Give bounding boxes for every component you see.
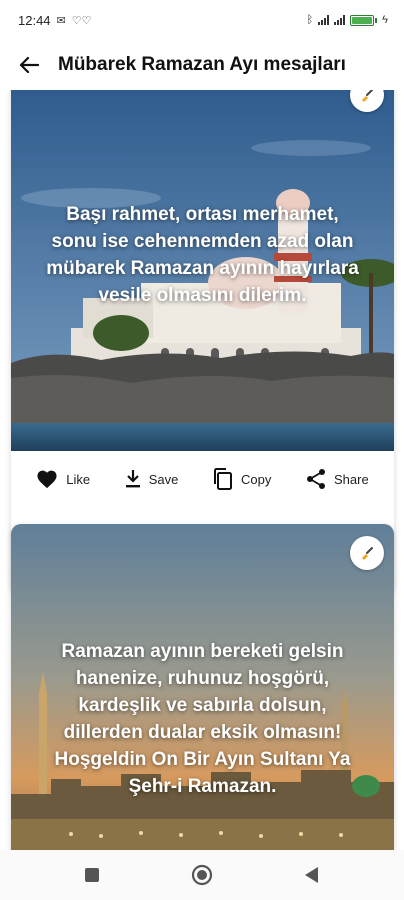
like-label: Like	[66, 471, 91, 487]
share-button[interactable]: Share	[302, 461, 373, 497]
arrow-back-icon[interactable]	[0, 40, 58, 90]
square-icon[interactable]	[76, 859, 108, 891]
mosque-background-image: Başı rahmet, ortası merhamet, sonu ise c…	[11, 90, 394, 451]
status-bar: 12:44 ✉ ♡♡ ᛒ ϟ	[0, 0, 404, 40]
heart-icon	[37, 470, 57, 489]
copy-icon	[214, 468, 233, 490]
status-left: 12:44 ✉ ♡♡	[18, 13, 92, 28]
copy-label: Copy	[241, 471, 272, 487]
triangle-back-icon[interactable]	[296, 859, 328, 891]
save-label: Save	[148, 471, 179, 487]
mosque-sunset-background-image: Ramazan ayının bereketi gelsin hanenize,…	[11, 524, 394, 850]
message-text: Başı rahmet, ortası merhamet, sonu ise c…	[46, 204, 359, 306]
message-list[interactable]: Başı rahmet, ortası merhamet, sonu ise c…	[0, 90, 404, 850]
message-card: Başı rahmet, ortası merhamet, sonu ise c…	[11, 90, 394, 594]
copy-button[interactable]: Copy	[209, 461, 275, 497]
share-label: Share	[333, 471, 369, 487]
download-icon	[125, 470, 140, 488]
like-button[interactable]: Like	[32, 461, 94, 497]
status-time: 12:44	[18, 12, 51, 28]
signal-icon-2	[334, 15, 346, 25]
app-bar: Mübarek Ramazan Ayı mesajları	[0, 40, 404, 90]
save-button[interactable]: Save	[121, 461, 183, 497]
page-title: Mübarek Ramazan Ayı mesajları	[58, 54, 346, 75]
notification-icon: ✉	[56, 14, 66, 27]
message-text: Ramazan ayının bereketi gelsin hanenize,…	[54, 641, 351, 797]
edit-brush-icon[interactable]	[350, 536, 384, 570]
status-right: ᛒ ϟ	[307, 14, 388, 26]
heart-notification-icon: ♡♡	[71, 14, 92, 27]
card-actions: Like Save Copy Share	[11, 451, 394, 507]
battery-icon	[350, 14, 378, 26]
charging-icon: ϟ	[382, 14, 388, 26]
system-nav-bar	[0, 850, 404, 900]
message-card: Ramazan ayının bereketi gelsin hanenize,…	[11, 524, 394, 850]
signal-icon	[318, 15, 330, 25]
bluetooth-icon: ᛒ	[306, 14, 314, 26]
circle-icon[interactable]	[186, 859, 218, 891]
share-icon	[306, 469, 325, 489]
